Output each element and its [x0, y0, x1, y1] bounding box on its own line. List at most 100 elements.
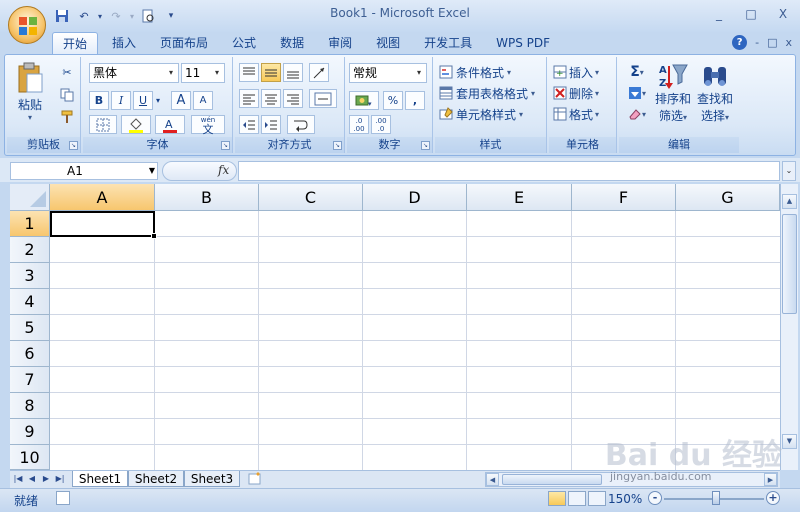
- insert-cells-button[interactable]: + 插入 ▾: [553, 63, 599, 81]
- column-header-g[interactable]: G: [676, 184, 780, 211]
- prev-sheet-icon[interactable]: ◀: [26, 473, 38, 485]
- tab-home[interactable]: 开始: [52, 32, 99, 54]
- row-header-3[interactable]: 3: [10, 263, 50, 289]
- align-middle-icon[interactable]: [261, 63, 281, 82]
- align-center-icon[interactable]: [261, 89, 281, 108]
- page-break-view-button[interactable]: [588, 491, 606, 506]
- row-header-10[interactable]: 10: [10, 445, 50, 470]
- comma-button[interactable]: ,: [405, 91, 425, 110]
- column-header-d[interactable]: D: [363, 184, 467, 211]
- vertical-scrollbar[interactable]: ▲ ▼: [780, 184, 798, 470]
- fill-handle[interactable]: [151, 233, 157, 239]
- row-header-8[interactable]: 8: [10, 393, 50, 419]
- alignment-launcher-icon[interactable]: ↘: [333, 141, 342, 150]
- fill-color-button[interactable]: [121, 115, 151, 134]
- font-launcher-icon[interactable]: ↘: [221, 141, 230, 150]
- row-header-4[interactable]: 4: [10, 289, 50, 315]
- next-sheet-icon[interactable]: ▶: [40, 473, 52, 485]
- format-cells-button[interactable]: 格式 ▾: [553, 105, 599, 123]
- bold-button[interactable]: B: [89, 91, 109, 110]
- formula-input[interactable]: [238, 161, 780, 181]
- tab-developer[interactable]: 开发工具: [414, 32, 482, 54]
- row-header-7[interactable]: 7: [10, 367, 50, 393]
- scroll-down-icon[interactable]: ▼: [782, 434, 797, 449]
- zoom-slider-thumb[interactable]: [712, 491, 720, 505]
- format-as-table-dropdown-icon[interactable]: ▾: [531, 89, 535, 98]
- grow-font-button[interactable]: A: [171, 91, 191, 110]
- row-header-9[interactable]: 9: [10, 419, 50, 445]
- clipboard-launcher-icon[interactable]: ↘: [69, 141, 78, 150]
- vertical-scroll-thumb[interactable]: [782, 214, 797, 314]
- normal-view-button[interactable]: [548, 491, 566, 506]
- tab-page-layout[interactable]: 页面布局: [150, 32, 218, 54]
- align-right-icon[interactable]: [283, 89, 303, 108]
- sheet-tab-sheet1[interactable]: Sheet1: [72, 471, 128, 487]
- decrease-indent-icon[interactable]: [239, 115, 259, 134]
- number-format-combo[interactable]: 常规 ▾: [349, 63, 427, 83]
- borders-button[interactable]: [89, 115, 117, 134]
- fill-dropdown-icon[interactable]: ▾: [642, 89, 646, 98]
- row-header-5[interactable]: 5: [10, 315, 50, 341]
- column-header-f[interactable]: F: [572, 184, 676, 211]
- align-top-icon[interactable]: [239, 63, 259, 82]
- merge-center-icon[interactable]: [309, 89, 337, 108]
- help-icon[interactable]: ?: [732, 35, 748, 50]
- column-header-b[interactable]: B: [155, 184, 259, 211]
- zoom-out-button[interactable]: -: [648, 491, 662, 505]
- font-size-dropdown-icon[interactable]: ▾: [210, 64, 224, 82]
- number-launcher-icon[interactable]: ↘: [421, 141, 430, 150]
- scroll-left-icon[interactable]: ◀: [486, 473, 499, 486]
- fill-button[interactable]: ▾: [623, 84, 651, 102]
- conditional-format-dropdown-icon[interactable]: ▾: [507, 68, 511, 77]
- tab-view[interactable]: 视图: [366, 32, 410, 54]
- delete-cells-button[interactable]: 删除 ▾: [553, 84, 599, 102]
- tab-wps-pdf[interactable]: WPS PDF: [486, 32, 560, 54]
- paste-button[interactable]: 粘贴 ▾: [13, 61, 47, 123]
- expand-formula-bar-icon[interactable]: ⌄: [782, 161, 796, 181]
- maximize-window-button[interactable]: □: [740, 6, 762, 22]
- row-header-6[interactable]: 6: [10, 341, 50, 367]
- increase-indent-icon[interactable]: [261, 115, 281, 134]
- wrap-text-icon[interactable]: [287, 115, 315, 134]
- cut-icon[interactable]: ✂: [57, 63, 77, 82]
- increase-decimal-button[interactable]: .0 .00: [349, 115, 369, 134]
- insert-worksheet-icon[interactable]: [246, 472, 264, 486]
- sheet-tab-sheet3[interactable]: Sheet3: [184, 471, 240, 487]
- minimize-window-button[interactable]: _: [708, 6, 730, 22]
- sheet-tab-sheet2[interactable]: Sheet2: [128, 471, 184, 487]
- ribbon-restore-button[interactable]: □: [767, 36, 777, 49]
- font-name-dropdown-icon[interactable]: ▾: [164, 64, 178, 82]
- underline-button[interactable]: U: [133, 91, 153, 110]
- row-header-2[interactable]: 2: [10, 237, 50, 263]
- ribbon-close-button[interactable]: x: [785, 36, 792, 49]
- accounting-format-button[interactable]: ▾: [349, 91, 379, 110]
- find-select-button[interactable]: 查找和 选择▾: [695, 61, 735, 125]
- underline-dropdown-icon[interactable]: ▾: [154, 91, 162, 110]
- column-header-c[interactable]: C: [259, 184, 363, 211]
- ribbon-minimize-button[interactable]: -: [755, 36, 759, 49]
- select-all-button[interactable]: [10, 184, 50, 211]
- conditional-format-button[interactable]: 条件格式 ▾: [439, 63, 511, 81]
- tab-formulas[interactable]: 公式: [222, 32, 266, 54]
- cell-styles-dropdown-icon[interactable]: ▾: [519, 110, 523, 119]
- paste-dropdown-icon[interactable]: ▾: [28, 113, 32, 122]
- number-format-dropdown-icon[interactable]: ▾: [412, 64, 426, 82]
- zoom-in-button[interactable]: +: [766, 491, 780, 505]
- close-window-button[interactable]: X: [772, 6, 794, 22]
- name-box[interactable]: A1 ▼: [10, 162, 158, 180]
- autosum-dropdown-icon[interactable]: ▾: [640, 68, 644, 77]
- italic-button[interactable]: I: [111, 91, 131, 110]
- scroll-right-icon[interactable]: ▶: [764, 473, 777, 486]
- sort-filter-button[interactable]: AZ 排序和 筛选▾: [653, 61, 693, 125]
- phonetic-button[interactable]: wén 文: [191, 115, 225, 135]
- office-button[interactable]: [8, 6, 46, 44]
- scroll-up-icon[interactable]: ▲: [782, 194, 797, 209]
- percent-button[interactable]: %: [383, 91, 403, 110]
- last-sheet-icon[interactable]: ▶|: [54, 473, 66, 485]
- format-painter-icon[interactable]: [57, 107, 77, 126]
- font-size-combo[interactable]: 11 ▾: [181, 63, 225, 83]
- zoom-level[interactable]: 150%: [608, 492, 642, 506]
- decrease-decimal-button[interactable]: .00 .0: [371, 115, 391, 134]
- clear-dropdown-icon[interactable]: ▾: [642, 110, 646, 119]
- shrink-font-button[interactable]: A: [193, 91, 213, 110]
